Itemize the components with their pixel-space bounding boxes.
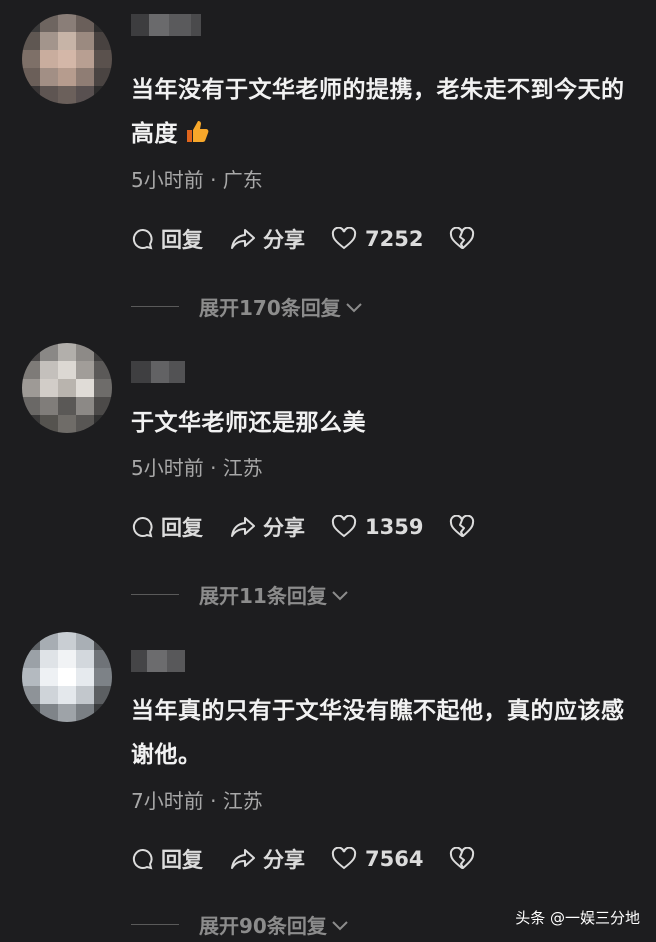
comment-actions: 回复 分享 7252 — [131, 224, 507, 254]
thumbs-up-icon — [187, 121, 209, 142]
reply-button[interactable]: 回复 — [131, 224, 203, 254]
broken-heart-icon — [450, 227, 475, 249]
like-button[interactable]: 7252 — [331, 227, 423, 251]
share-arrow-icon — [231, 849, 255, 869]
comment-text: 当年没有于文华老师的提携，老朱走不到今天的高度 — [131, 77, 625, 147]
divider-line — [131, 594, 179, 595]
expand-replies-label: 展开11条回复 — [199, 584, 327, 608]
comment-meta: 5小时前 · 江苏 — [131, 456, 263, 480]
reply-label: 回复 — [161, 228, 203, 252]
username-blurred[interactable] — [131, 650, 185, 672]
expand-replies-label: 展开170条回复 — [199, 296, 341, 320]
dislike-button[interactable] — [449, 227, 481, 251]
like-button[interactable]: 1359 — [331, 515, 423, 539]
avatar[interactable] — [22, 14, 112, 104]
like-count: 1359 — [365, 515, 424, 539]
like-button[interactable]: 7564 — [331, 847, 423, 871]
share-arrow-icon — [231, 229, 255, 249]
chevron-down-icon — [332, 590, 348, 600]
comment-meta: 7小时前 · 江苏 — [131, 789, 263, 813]
dislike-button[interactable] — [449, 847, 481, 871]
reply-button[interactable]: 回复 — [131, 844, 203, 874]
divider-line — [131, 306, 179, 307]
share-label: 分享 — [263, 516, 305, 540]
chevron-down-icon — [332, 920, 348, 930]
watermark: 头条 @一娱三分地 — [515, 909, 640, 927]
share-button[interactable]: 分享 — [229, 224, 305, 254]
expand-replies[interactable]: 展开170条回复 — [131, 292, 363, 321]
like-count: 7564 — [365, 847, 424, 871]
expand-replies[interactable]: 展开11条回复 — [131, 580, 349, 609]
username-blurred[interactable] — [131, 361, 185, 383]
comment-bubble-icon — [132, 228, 153, 250]
comment-bubble-icon — [132, 848, 153, 870]
like-count: 7252 — [365, 227, 424, 251]
username-blurred[interactable] — [131, 14, 201, 36]
expand-replies[interactable]: 展开90条回复 — [131, 910, 349, 939]
reply-label: 回复 — [161, 848, 203, 872]
comment-text: 于文华老师还是那么美 — [131, 410, 366, 436]
reply-label: 回复 — [161, 516, 203, 540]
share-arrow-icon — [231, 517, 255, 537]
broken-heart-icon — [450, 515, 475, 537]
comment-bubble-icon — [132, 516, 153, 538]
comment-text: 当年真的只有于文华没有瞧不起他，真的应该感谢他。 — [131, 698, 625, 768]
chevron-down-icon — [346, 302, 362, 312]
reply-button[interactable]: 回复 — [131, 512, 203, 542]
comment-actions: 回复 分享 1359 — [131, 512, 507, 542]
heart-icon — [331, 847, 357, 870]
heart-icon — [331, 515, 357, 538]
broken-heart-icon — [450, 847, 475, 869]
divider-line — [131, 924, 179, 925]
share-label: 分享 — [263, 848, 305, 872]
dislike-button[interactable] — [449, 515, 481, 539]
avatar[interactable] — [22, 632, 112, 722]
avatar[interactable] — [22, 343, 112, 433]
comment-meta: 5小时前 · 广东 — [131, 168, 263, 192]
share-label: 分享 — [263, 228, 305, 252]
heart-icon — [331, 227, 357, 250]
share-button[interactable]: 分享 — [229, 844, 305, 874]
comment-actions: 回复 分享 7564 — [131, 844, 507, 874]
share-button[interactable]: 分享 — [229, 512, 305, 542]
expand-replies-label: 展开90条回复 — [199, 914, 327, 938]
